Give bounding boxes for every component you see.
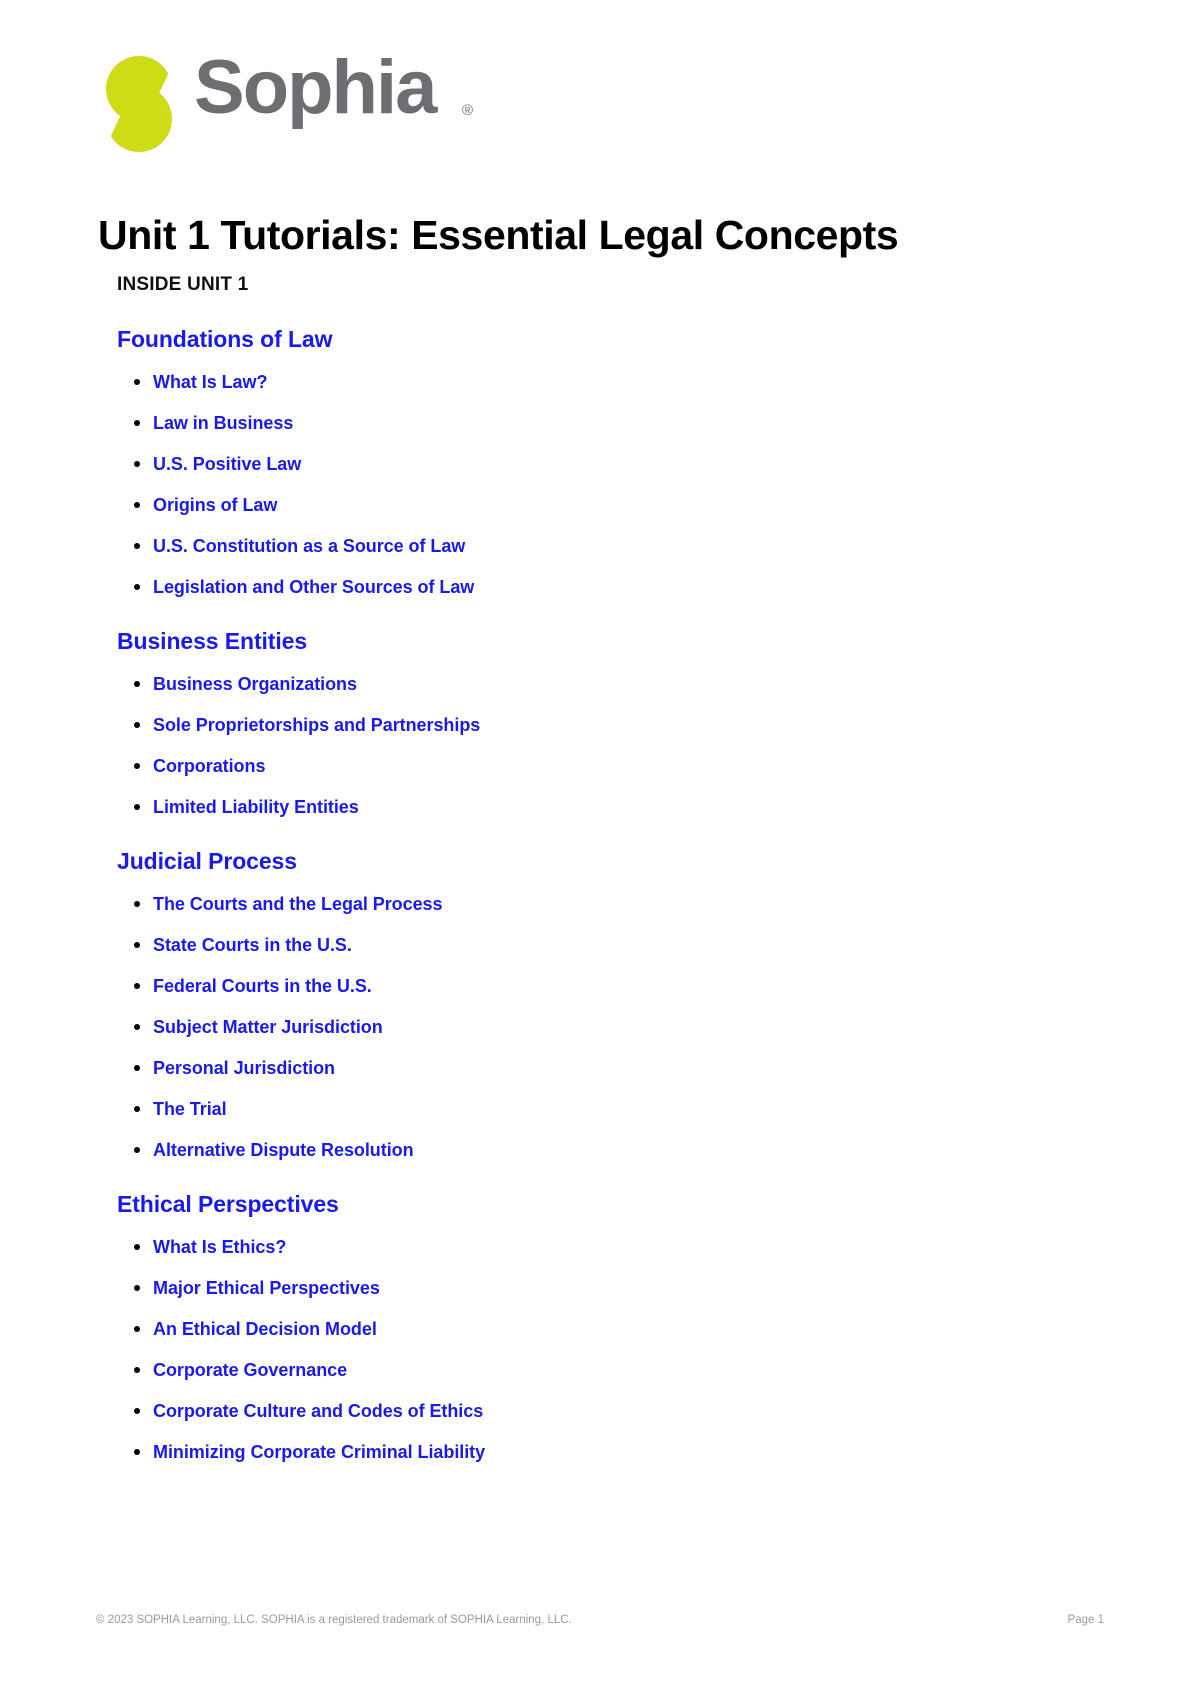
- bullet-icon: [134, 379, 140, 385]
- tutorial-link[interactable]: The Courts and the Legal Process: [153, 894, 443, 914]
- bullet-icon: [134, 901, 140, 907]
- bullet-icon: [134, 1065, 140, 1071]
- list-item: State Courts in the U.S.: [117, 933, 1077, 957]
- list-item: Major Ethical Perspectives: [117, 1276, 1077, 1300]
- bullet-icon: [134, 763, 140, 769]
- bullet-icon: [134, 983, 140, 989]
- list-item: Sole Proprietorships and Partnerships: [117, 713, 1077, 737]
- tutorial-link[interactable]: Minimizing Corporate Criminal Liability: [153, 1442, 485, 1462]
- bullet-icon: [134, 1449, 140, 1455]
- tutorial-link[interactable]: Law in Business: [153, 413, 293, 433]
- page-number: Page 1: [1067, 1614, 1104, 1626]
- tutorial-link[interactable]: Business Organizations: [153, 674, 357, 694]
- list-item: Origins of Law: [117, 493, 1077, 517]
- list-item: The Courts and the Legal Process: [117, 892, 1077, 916]
- document-page: Sophia ® Unit 1 Tutorials: Essential Leg…: [0, 0, 1200, 1698]
- list-item: Subject Matter Jurisdiction: [117, 1015, 1077, 1039]
- svg-text:Sophia: Sophia: [194, 45, 438, 130]
- sophia-logo-mark-icon: [98, 45, 180, 163]
- bullet-icon: [134, 804, 140, 810]
- section-heading: Foundations of Law: [117, 326, 333, 352]
- page-title: Unit 1 Tutorials: Essential Legal Concep…: [98, 212, 899, 259]
- tutorial-list: Business Organizations Sole Proprietorsh…: [117, 672, 1077, 819]
- tutorial-link[interactable]: Corporate Governance: [153, 1360, 347, 1380]
- unit-contents: INSIDE UNIT 1 Foundations of Law What Is…: [117, 272, 1077, 1464]
- section-foundations-of-law: Foundations of Law What Is Law? Law in B…: [117, 324, 1077, 599]
- bullet-icon: [134, 722, 140, 728]
- bullet-icon: [134, 1106, 140, 1112]
- tutorial-link[interactable]: What Is Law?: [153, 372, 267, 392]
- tutorial-link[interactable]: Legislation and Other Sources of Law: [153, 577, 474, 597]
- bullet-icon: [134, 420, 140, 426]
- bullet-icon: [134, 502, 140, 508]
- tutorial-link[interactable]: Personal Jurisdiction: [153, 1058, 335, 1078]
- list-item: Corporate Culture and Codes of Ethics: [117, 1399, 1077, 1423]
- list-item: U.S. Constitution as a Source of Law: [117, 534, 1077, 558]
- bullet-icon: [134, 461, 140, 467]
- tutorial-link[interactable]: Limited Liability Entities: [153, 797, 359, 817]
- tutorial-link[interactable]: Sole Proprietorships and Partnerships: [153, 715, 480, 735]
- list-item: Alternative Dispute Resolution: [117, 1138, 1077, 1162]
- section-ethical-perspectives: Ethical Perspectives What Is Ethics? Maj…: [117, 1189, 1077, 1464]
- section-judicial-process: Judicial Process The Courts and the Lega…: [117, 846, 1077, 1162]
- sophia-logo: Sophia ®: [98, 44, 494, 164]
- tutorial-link[interactable]: What Is Ethics?: [153, 1237, 286, 1257]
- tutorial-link[interactable]: Major Ethical Perspectives: [153, 1278, 380, 1298]
- bullet-icon: [134, 1326, 140, 1332]
- tutorial-list: The Courts and the Legal Process State C…: [117, 892, 1077, 1162]
- bullet-icon: [134, 1408, 140, 1414]
- list-item: What Is Law?: [117, 370, 1077, 394]
- page-footer: © 2023 SOPHIA Learning, LLC. SOPHIA is a…: [96, 1612, 1104, 1628]
- bullet-icon: [134, 942, 140, 948]
- list-item: Federal Courts in the U.S.: [117, 974, 1077, 998]
- tutorial-link[interactable]: Corporations: [153, 756, 265, 776]
- list-item: Minimizing Corporate Criminal Liability: [117, 1440, 1077, 1464]
- tutorial-link[interactable]: Subject Matter Jurisdiction: [153, 1017, 383, 1037]
- svg-text:®: ®: [462, 102, 473, 119]
- list-item: Personal Jurisdiction: [117, 1056, 1077, 1080]
- list-item: Law in Business: [117, 411, 1077, 435]
- bullet-icon: [134, 1367, 140, 1373]
- section-heading: Ethical Perspectives: [117, 1191, 339, 1217]
- list-item: Limited Liability Entities: [117, 795, 1077, 819]
- bullet-icon: [134, 543, 140, 549]
- bullet-icon: [134, 681, 140, 687]
- tutorial-link[interactable]: An Ethical Decision Model: [153, 1319, 377, 1339]
- tutorial-link[interactable]: The Trial: [153, 1099, 227, 1119]
- bullet-icon: [134, 1147, 140, 1153]
- section-heading: Business Entities: [117, 628, 308, 654]
- bullet-icon: [134, 1024, 140, 1030]
- bullet-icon: [134, 584, 140, 590]
- list-item: U.S. Positive Law: [117, 452, 1077, 476]
- list-item: What Is Ethics?: [117, 1235, 1077, 1259]
- tutorial-link[interactable]: U.S. Constitution as a Source of Law: [153, 536, 465, 556]
- list-item: An Ethical Decision Model: [117, 1317, 1077, 1341]
- section-business-entities: Business Entities Business Organizations…: [117, 626, 1077, 819]
- bullet-icon: [134, 1244, 140, 1250]
- section-heading: Judicial Process: [117, 848, 297, 874]
- bullet-icon: [134, 1285, 140, 1291]
- tutorial-link[interactable]: Origins of Law: [153, 495, 277, 515]
- tutorial-link[interactable]: Federal Courts in the U.S.: [153, 976, 372, 996]
- list-item: Corporate Governance: [117, 1358, 1077, 1382]
- tutorial-list: What Is Law? Law in Business U.S. Positi…: [117, 370, 1077, 599]
- list-item: Corporations: [117, 754, 1077, 778]
- sophia-wordmark: Sophia ®: [194, 45, 494, 163]
- tutorial-link[interactable]: Corporate Culture and Codes of Ethics: [153, 1401, 483, 1421]
- list-item: Business Organizations: [117, 672, 1077, 696]
- list-item: Legislation and Other Sources of Law: [117, 575, 1077, 599]
- tutorial-list: What Is Ethics? Major Ethical Perspectiv…: [117, 1235, 1077, 1464]
- tutorial-link[interactable]: State Courts in the U.S.: [153, 935, 352, 955]
- list-item: The Trial: [117, 1097, 1077, 1121]
- tutorial-link[interactable]: Alternative Dispute Resolution: [153, 1140, 414, 1160]
- copyright-text: © 2023 SOPHIA Learning, LLC. SOPHIA is a…: [96, 1614, 572, 1626]
- inside-unit-label: INSIDE UNIT 1: [117, 274, 249, 295]
- tutorial-link[interactable]: U.S. Positive Law: [153, 454, 301, 474]
